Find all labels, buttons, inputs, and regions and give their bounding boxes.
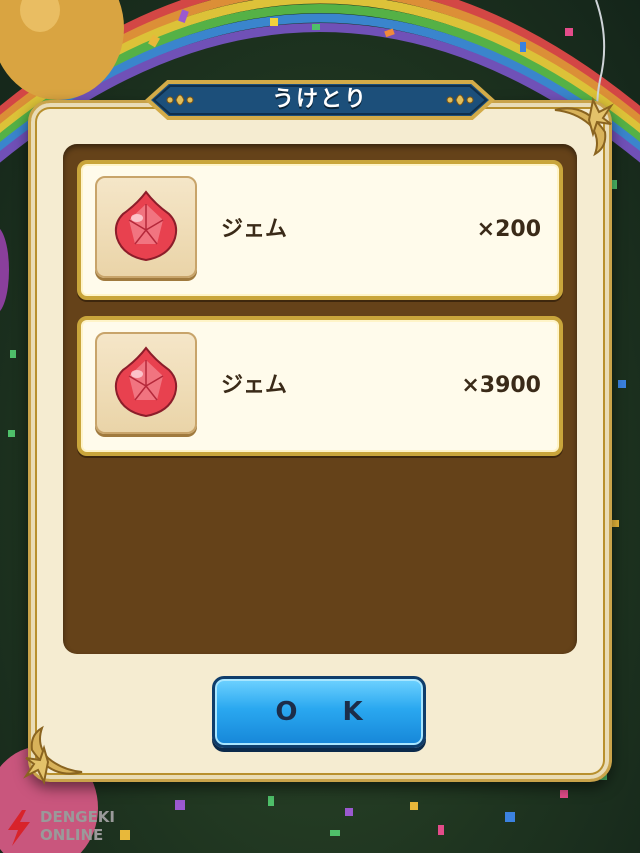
watermark-line1: DENGEKI bbox=[40, 808, 116, 826]
watermark-logo: DENGEKI ONLINE bbox=[4, 806, 124, 850]
item-name: ジェム bbox=[221, 373, 288, 398]
lightning-logo-icon bbox=[8, 810, 30, 846]
ok-button[interactable]: O K bbox=[212, 676, 426, 748]
item-name: ジェム bbox=[221, 217, 288, 242]
dialog-title: うけとり bbox=[271, 87, 368, 112]
reward-item: ジェム ×200 bbox=[77, 160, 563, 300]
reward-list: ジェム ×200 ジェム ×3900 bbox=[63, 144, 577, 654]
item-icon-frame bbox=[95, 332, 197, 434]
balloon-purple bbox=[0, 228, 9, 312]
red-gem-icon bbox=[114, 346, 178, 418]
item-icon-frame bbox=[95, 176, 197, 278]
corner-ornament-icon bbox=[23, 725, 83, 786]
item-quantity: ×200 bbox=[476, 217, 541, 242]
title-banner: うけとり bbox=[142, 78, 498, 122]
red-gem-icon bbox=[114, 190, 178, 262]
item-quantity: ×3900 bbox=[461, 373, 541, 398]
reward-item: ジェム ×3900 bbox=[77, 316, 563, 456]
ok-button-label: O K bbox=[275, 697, 381, 727]
watermark-line2: ONLINE bbox=[40, 826, 104, 844]
